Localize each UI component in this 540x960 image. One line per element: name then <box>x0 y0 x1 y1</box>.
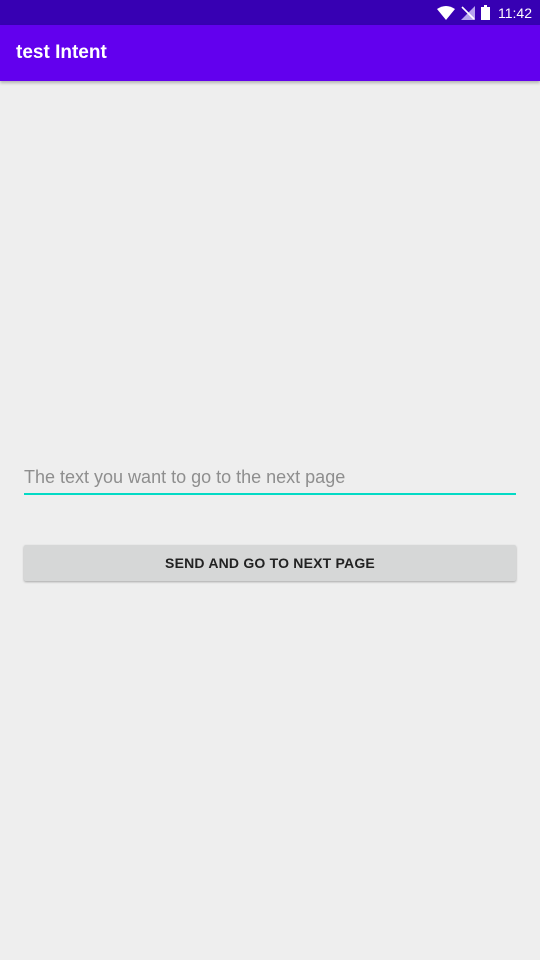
status-clock: 11:42 <box>498 4 532 21</box>
status-icons: 11:42 <box>437 0 532 25</box>
app-bar: test Intent <box>0 25 540 81</box>
main-content: SEND AND GO TO NEXT PAGE <box>0 81 540 960</box>
battery-icon <box>481 5 490 20</box>
status-bar: 11:42 <box>0 0 540 25</box>
wifi-icon <box>437 5 455 20</box>
message-input[interactable] <box>24 461 516 495</box>
no-signal-icon <box>461 5 475 20</box>
send-and-go-button[interactable]: SEND AND GO TO NEXT PAGE <box>24 545 516 581</box>
app-title: test Intent <box>16 42 107 63</box>
